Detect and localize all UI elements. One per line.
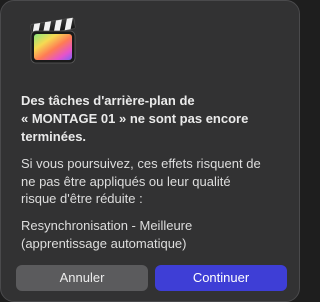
message-line: Si vous poursuivez, ces effets risquent … <box>21 156 261 171</box>
dialog-message: Si vous poursuivez, ces effets risquent … <box>21 155 289 208</box>
heading-line: « MONTAGE 01 » ne sont pas encore <box>21 111 249 126</box>
continue-button[interactable]: Continuer <box>155 265 287 291</box>
effect-name: Resynchronisation - Meilleure <box>21 218 193 233</box>
heading-line: Des tâches d'arrière-plan de <box>21 93 195 108</box>
message-line: ne pas être appliqués ou leur qualité <box>21 173 231 189</box>
message-line: risque d'être réduite : <box>21 191 143 206</box>
dialog-heading: Des tâches d'arrière-plan de « MONTAGE 0… <box>21 92 289 146</box>
alert-dialog: Des tâches d'arrière-plan de « MONTAGE 0… <box>0 0 300 302</box>
cancel-button[interactable]: Annuler <box>16 265 148 291</box>
pending-effects-list: Resynchronisation - Meilleure (apprentis… <box>21 217 289 252</box>
final-cut-pro-icon <box>26 13 80 67</box>
heading-line: terminées. <box>21 129 87 144</box>
effect-detail: (apprentissage automatique) <box>21 235 187 251</box>
